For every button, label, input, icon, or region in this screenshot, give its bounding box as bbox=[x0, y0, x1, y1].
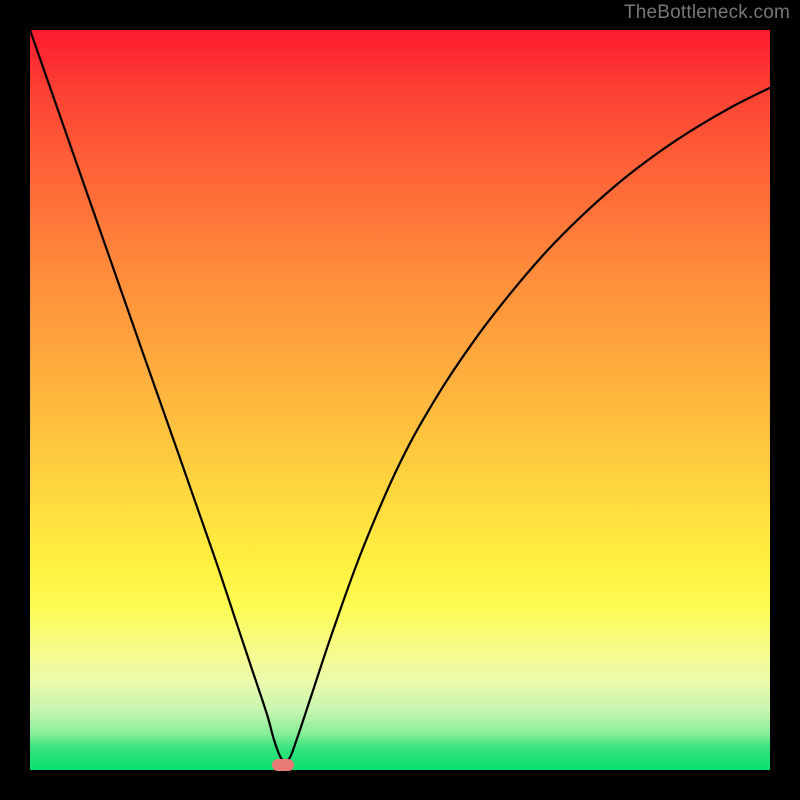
chart-frame: TheBottleneck.com bbox=[0, 0, 800, 800]
bottleneck-curve bbox=[30, 30, 770, 770]
watermark-text: TheBottleneck.com bbox=[624, 2, 790, 24]
plot-area bbox=[30, 30, 770, 770]
optimum-marker bbox=[272, 759, 294, 771]
